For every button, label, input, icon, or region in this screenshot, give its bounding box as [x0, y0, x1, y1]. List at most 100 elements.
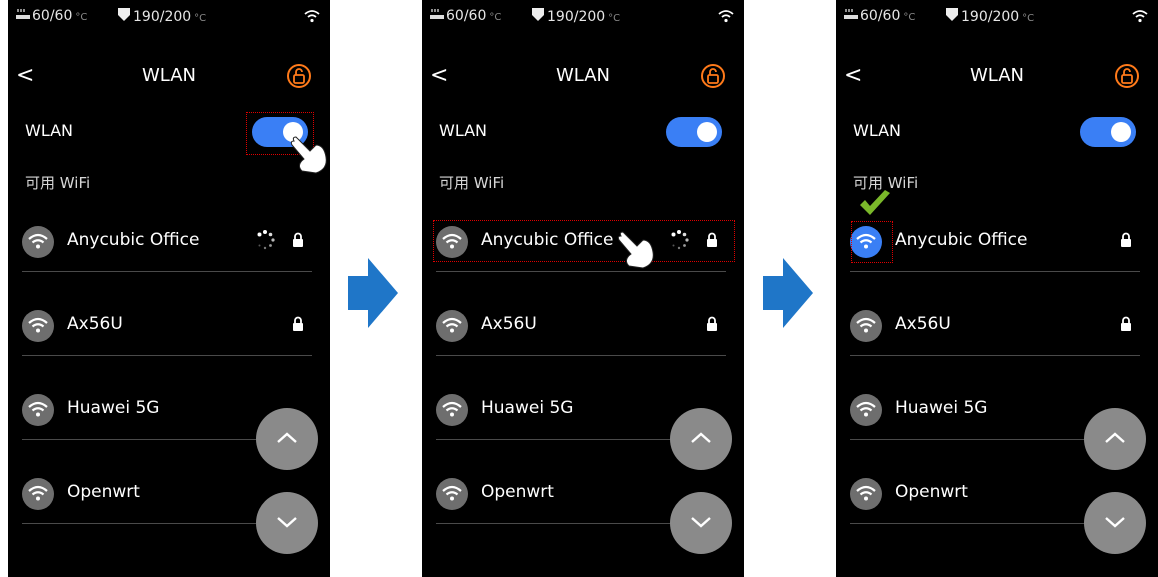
toggle-knob	[1111, 122, 1131, 142]
tap-hand-icon	[290, 136, 327, 174]
highlight-box	[851, 221, 893, 263]
wifi-icon	[22, 478, 54, 510]
wlan-toggle[interactable]	[666, 117, 722, 147]
nozzle-temp-value: 60/60	[32, 8, 73, 24]
wifi-name: Huawei 5G	[67, 398, 160, 418]
wifi-row-anycubic-office[interactable]: Anycubic Office	[850, 212, 1140, 272]
wifi-icon	[436, 478, 468, 510]
arrow-right-icon	[763, 258, 813, 328]
chevron-up-icon	[277, 432, 297, 443]
page-title: WLAN	[141, 65, 197, 86]
wifi-icon	[22, 394, 54, 426]
divider	[850, 355, 1140, 356]
bed-temp-value: 190/200	[547, 9, 606, 25]
nozzle-temp-unit: °C	[489, 12, 502, 23]
scroll-down-button[interactable]	[1084, 492, 1146, 554]
page-title: WLAN	[555, 65, 611, 86]
bed-icon	[118, 8, 130, 21]
divider	[22, 355, 312, 356]
wifi-row-ax56u[interactable]: Ax56U	[22, 296, 312, 356]
lock-icon	[293, 232, 303, 247]
wifi-row-anycubic-office[interactable]: Anycubic Office	[22, 212, 312, 272]
nozzle-temp-value: 60/60	[860, 8, 901, 24]
bed-temp: 190/200 °C	[532, 8, 620, 25]
bed-icon	[532, 8, 544, 21]
lock-icon	[1121, 232, 1131, 247]
wifi-icon	[850, 310, 882, 342]
scroll-down-button[interactable]	[256, 492, 318, 554]
bed-temp: 190/200 °C	[946, 8, 1034, 25]
bed-temp-unit: °C	[608, 13, 621, 24]
nozzle-temp-unit: °C	[75, 12, 88, 23]
available-wifi-label: 可用 WiFi	[439, 174, 505, 192]
wifi-icon	[436, 310, 468, 342]
status-bar: 60/60 °C 190/200 °C	[430, 6, 734, 28]
toggle-knob	[697, 122, 717, 142]
chevron-down-icon	[691, 517, 711, 528]
scroll-up-button[interactable]	[256, 408, 318, 470]
highlight-box	[433, 220, 735, 262]
screen-step-2: 60/60 °C 190/200 °C < WLAN WLAN 可用 WiFi An…	[422, 0, 744, 577]
lock-icon	[707, 316, 717, 331]
bed-temp-unit: °C	[194, 13, 207, 24]
wifi-status-icon	[718, 10, 734, 23]
chevron-down-icon	[277, 517, 297, 528]
nav-bar: < WLAN	[8, 58, 330, 94]
lock-icon	[293, 316, 303, 331]
wifi-status-icon	[304, 10, 320, 23]
nav-bar: < WLAN	[836, 58, 1158, 94]
connecting-spinner-icon	[257, 230, 275, 250]
wlan-toggle[interactable]	[1080, 117, 1136, 147]
unlock-settings-icon[interactable]	[286, 63, 312, 89]
scroll-down-button[interactable]	[670, 492, 732, 554]
status-bar: 60/60 °C 190/200 °C	[844, 6, 1148, 28]
wifi-name: Ax56U	[895, 314, 951, 334]
nozzle-temp: 60/60 °C	[16, 8, 87, 24]
unlock-settings-icon[interactable]	[700, 63, 726, 89]
status-bar: 60/60 °C 190/200 °C	[16, 6, 320, 28]
heat-icon	[844, 9, 858, 19]
bed-icon	[946, 8, 958, 21]
bed-temp: 190/200 °C	[118, 8, 206, 25]
nav-bar: < WLAN	[422, 58, 744, 94]
heat-icon	[16, 9, 30, 19]
wlan-label: WLAN	[439, 121, 488, 140]
chevron-down-icon	[1105, 517, 1125, 528]
wifi-name: Anycubic Office	[895, 230, 1028, 250]
wifi-name: Ax56U	[67, 314, 123, 334]
chevron-up-icon	[691, 432, 711, 443]
arrow-right-icon	[348, 258, 398, 328]
wifi-name: Openwrt	[481, 482, 554, 502]
divider	[436, 271, 726, 272]
wifi-name: Huawei 5G	[481, 398, 574, 418]
scroll-up-button[interactable]	[670, 408, 732, 470]
wifi-name: Openwrt	[67, 482, 140, 502]
wifi-icon	[850, 478, 882, 510]
divider	[850, 271, 1140, 272]
wifi-row-ax56u[interactable]: Ax56U	[850, 296, 1140, 356]
unlock-settings-icon[interactable]	[1114, 63, 1140, 89]
screen-step-1: 60/60 °C 190/200 °C < WLAN WLAN 可用 WiFi An…	[8, 0, 330, 577]
nozzle-temp: 60/60 °C	[844, 8, 915, 24]
wifi-name: Ax56U	[481, 314, 537, 334]
chevron-up-icon	[1105, 432, 1125, 443]
wifi-name: Huawei 5G	[895, 398, 988, 418]
heat-icon	[430, 9, 444, 19]
wifi-name: Anycubic Office	[67, 230, 200, 250]
scroll-up-button[interactable]	[1084, 408, 1146, 470]
wifi-icon	[22, 310, 54, 342]
bed-temp-value: 190/200	[961, 9, 1020, 25]
wifi-name: Openwrt	[895, 482, 968, 502]
wifi-icon	[850, 394, 882, 426]
bed-temp-unit: °C	[1022, 13, 1035, 24]
wifi-status-icon	[1132, 10, 1148, 23]
nozzle-temp-unit: °C	[903, 12, 916, 23]
wifi-row-ax56u[interactable]: Ax56U	[436, 296, 726, 356]
wifi-icon	[22, 226, 54, 258]
page-title: WLAN	[969, 65, 1025, 86]
screen-step-3: 60/60 °C 190/200 °C < WLAN WLAN 可用 WiFi An…	[836, 0, 1158, 577]
wlan-label: WLAN	[853, 121, 902, 140]
nozzle-temp-value: 60/60	[446, 8, 487, 24]
tap-hand-icon	[617, 231, 654, 269]
divider	[436, 355, 726, 356]
